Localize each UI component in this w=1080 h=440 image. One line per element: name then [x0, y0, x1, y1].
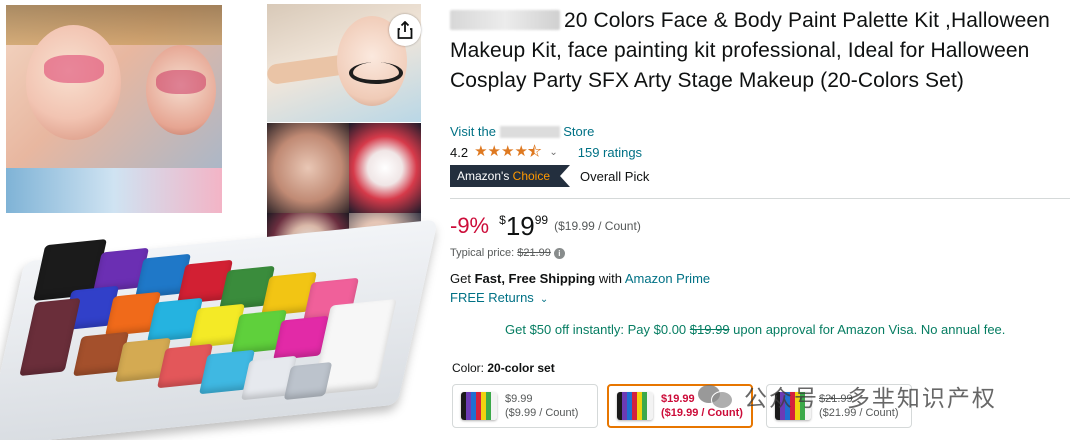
badge-label: Overall Pick — [580, 168, 650, 184]
watermark-text: 公众号 · 多芈知识产权 — [744, 386, 997, 412]
offer-strike: $19.99 — [689, 322, 730, 337]
star-half-icon: ★ — [527, 143, 542, 161]
current-price: $ 19 99 — [499, 208, 548, 244]
store-link-prefix: Visit the — [450, 124, 497, 139]
ratings-count-link[interactable]: 159 ratings — [578, 145, 642, 160]
swatch-unit: ($9.99 / Count) — [505, 407, 579, 419]
shipping-mid: with — [598, 271, 622, 286]
price-row: -9% $ 19 99 ($19.99 / Count) — [450, 208, 641, 244]
typical-price: Typical price: $21.99 i — [450, 247, 565, 259]
swatch-thumbnail — [461, 392, 497, 420]
typical-price-value: $21.99 — [517, 247, 551, 259]
badge-accent: Choice — [512, 169, 551, 183]
free-returns-label: FREE Returns — [450, 290, 534, 305]
sugar-skull-look — [349, 123, 421, 213]
share-button[interactable] — [389, 14, 421, 46]
star-icon: ★ — [514, 143, 528, 160]
shipping-info: Get Fast, Free Shipping with Amazon Prim… — [450, 271, 710, 286]
chevron-down-icon: ⌄ — [539, 294, 549, 305]
color-option-label: Color: 20-color set — [452, 361, 555, 375]
price-whole: 19 — [505, 211, 535, 241]
color-swatch-1[interactable]: $9.99 ($9.99 / Count) — [452, 384, 598, 428]
swatch-text: $9.99 ($9.99 / Count) — [505, 392, 578, 420]
main-product-image[interactable] — [6, 5, 222, 213]
star-icon: ★ — [487, 143, 501, 160]
redacted-brand — [450, 10, 560, 30]
hair-shape — [6, 5, 222, 45]
offer-pre: Get $50 off instantly: Pay $0.00 — [505, 322, 687, 337]
watermark: 公众号 · 多芈知识产权 — [698, 381, 997, 412]
child-face-painted-2 — [146, 45, 216, 135]
offer-post: upon approval for Amazon Visa. No annual… — [733, 322, 1006, 337]
typical-price-label: Typical price: — [450, 247, 515, 259]
info-icon[interactable]: i — [553, 247, 565, 259]
swatch-thumbnail — [617, 392, 653, 420]
chevron-down-icon[interactable]: ⌄ — [549, 147, 557, 158]
prime-link[interactable]: Amazon Prime — [625, 271, 710, 286]
badge-flag: Amazon's Choice — [450, 165, 571, 187]
paint-palette-image[interactable] — [0, 219, 439, 440]
redacted-store-name — [499, 126, 560, 138]
discount-percent: -9% — [450, 213, 490, 238]
table-surface — [6, 168, 222, 213]
shipping-prefix: Get — [450, 271, 471, 286]
section-divider — [450, 198, 1070, 199]
amazons-choice-badge[interactable]: Amazon's Choice Overall Pick — [450, 165, 649, 187]
color-selected-value: 20-color set — [487, 361, 555, 375]
rating-value: 4.2 — [450, 144, 469, 160]
free-returns-link[interactable]: FREE Returns ⌄ — [450, 290, 548, 305]
star-icon: ★ — [500, 143, 515, 160]
color-label-key: Color: — [452, 361, 485, 375]
unit-price: ($19.99 / Count) — [554, 219, 641, 233]
store-link[interactable]: Visit the Store — [450, 124, 594, 139]
swatch-price: $9.99 — [505, 393, 533, 405]
share-icon — [397, 21, 413, 39]
visa-offer[interactable]: Get $50 off instantly: Pay $0.00 $19.99 … — [505, 322, 1005, 337]
store-link-suffix: Store — [563, 124, 595, 139]
price-currency: $ — [499, 213, 506, 227]
shipping-bold: Fast, Free Shipping — [474, 271, 596, 286]
star-icon: ★ — [474, 143, 488, 160]
rating-row: 4.2 ★ ★ ★ ★ ★ ⌄ 159 ratings — [450, 143, 642, 161]
wechat-logo-icon — [698, 382, 734, 410]
makeup-look-1 — [267, 123, 349, 213]
child-face-painted — [26, 25, 121, 140]
badge-prefix: Amazon's — [457, 169, 510, 183]
price-fraction: 99 — [534, 213, 549, 227]
product-title: 20 Colors Face & Body Paint Palette Kit … — [450, 6, 1060, 96]
star-rating[interactable]: ★ ★ ★ ★ ★ — [474, 143, 542, 161]
